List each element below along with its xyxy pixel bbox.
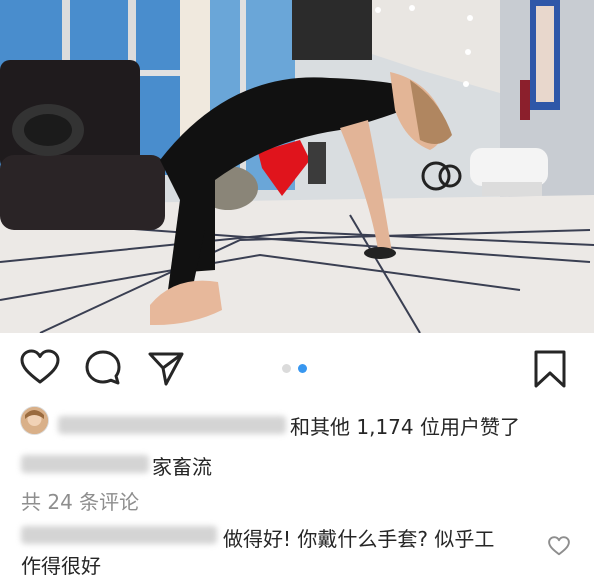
post-photo-illustration xyxy=(0,0,594,333)
carousel-dot-1 xyxy=(282,364,291,373)
carousel-dot-2-active xyxy=(298,364,307,373)
likes-count[interactable]: 和其他 1,174 位用户赞了 xyxy=(290,411,520,440)
heart-small-icon[interactable] xyxy=(548,536,570,556)
comment-bubble-icon[interactable] xyxy=(84,349,122,387)
obscured-username[interactable] xyxy=(58,416,286,434)
heart-outline-icon[interactable] xyxy=(20,349,60,385)
paper-plane-icon[interactable] xyxy=(147,351,185,387)
post-photo[interactable] xyxy=(0,0,594,333)
comment-text-line-1: 做得好! 你戴什么手套? 似乎工 xyxy=(223,527,495,551)
obscured-caption-username[interactable] xyxy=(21,455,149,473)
avatar[interactable] xyxy=(21,407,48,434)
view-all-comments-link[interactable]: 共 24 条评论 xyxy=(21,486,139,515)
obscured-commenter-username[interactable] xyxy=(21,526,217,544)
bookmark-outline-icon[interactable] xyxy=(533,349,567,389)
caption-text: 家畜流 xyxy=(152,455,212,479)
comment-text-line-2: 作得很好 xyxy=(21,554,101,578)
